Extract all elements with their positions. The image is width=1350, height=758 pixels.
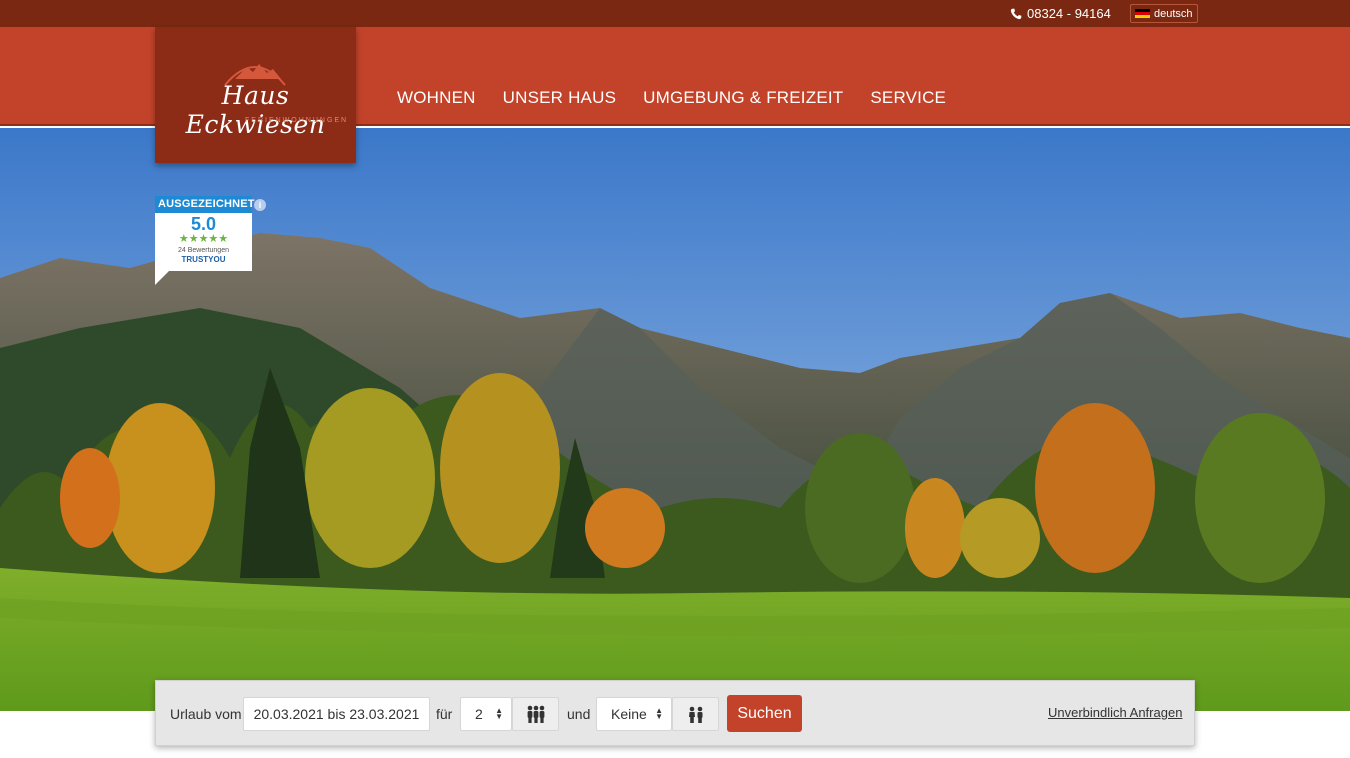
date-range-input[interactable]: 20.03.2021 bis 23.03.2021 — [243, 697, 430, 731]
badge-brand: TRUSTYOU — [181, 255, 226, 264]
children-icon — [688, 706, 702, 723]
search-button[interactable]: Suchen — [727, 695, 802, 732]
main-menu: WOHNEN UNSER HAUS UMGEBUNG & FREIZEIT SE… — [397, 88, 973, 108]
label-fuer: für — [436, 706, 453, 722]
adults-icon — [527, 705, 544, 723]
adults-value: 2 — [475, 706, 483, 722]
nav-item-wohnen[interactable]: WOHNEN — [397, 88, 476, 108]
adults-select[interactable]: 2 ▲ ▼ — [460, 697, 512, 731]
badge-body: 5.0 ★★★★★ 24 Bewertungen TRUSTYOU — [155, 213, 252, 271]
select-arrows-icon: ▲ ▼ — [495, 706, 503, 721]
language-label: deutsch — [1154, 7, 1193, 20]
trustyou-badge[interactable]: AUSGEZEICHNET 5.0 ★★★★★ 24 Bewertungen T… — [155, 196, 266, 288]
nav-item-service[interactable]: SERVICE — [870, 88, 946, 108]
label-urlaub-vom: Urlaub vom — [170, 706, 242, 722]
top-bar: 08324 - 94164 deutsch — [0, 0, 1350, 27]
logo-name: Haus Eckwiesen — [185, 81, 326, 139]
children-value: Keine — [611, 706, 647, 722]
logo-subtitle: FERIENWOHNUNGEN — [245, 117, 349, 124]
badge-review-count: 24 Bewertungen — [178, 247, 229, 254]
booking-search-bar: Urlaub vom 20.03.2021 bis 23.03.2021 für… — [155, 680, 1195, 746]
site-logo[interactable]: Haus Eckwiesen FERIENWOHNUNGEN — [155, 27, 356, 163]
badge-stars: ★★★★★ — [178, 233, 229, 245]
german-flag-icon — [1135, 8, 1150, 19]
children-icon-box — [672, 697, 719, 731]
phone-text: 08324 - 94164 — [1027, 6, 1111, 21]
adults-icon-box — [512, 697, 559, 731]
inquiry-link[interactable]: Unverbindlich Anfragen — [1048, 705, 1182, 720]
nav-item-unser-haus[interactable]: UNSER HAUS — [503, 88, 616, 108]
select-arrows-icon: ▲ ▼ — [655, 706, 663, 721]
label-und: und — [567, 706, 591, 722]
date-range-value: 20.03.2021 bis 23.03.2021 — [253, 706, 420, 722]
nav-item-umgebung-freizeit[interactable]: UMGEBUNG & FREIZEIT — [643, 88, 843, 108]
badge-tail — [155, 271, 169, 285]
info-icon[interactable]: i — [254, 199, 266, 211]
children-select[interactable]: Keine ▲ ▼ — [596, 697, 672, 731]
badge-score: 5.0 — [190, 214, 217, 234]
language-selector[interactable]: deutsch — [1130, 4, 1198, 23]
phone-icon — [1010, 8, 1022, 19]
badge-header: AUSGEZEICHNET — [155, 196, 255, 213]
phone-number[interactable]: 08324 - 94164 — [1010, 6, 1111, 21]
